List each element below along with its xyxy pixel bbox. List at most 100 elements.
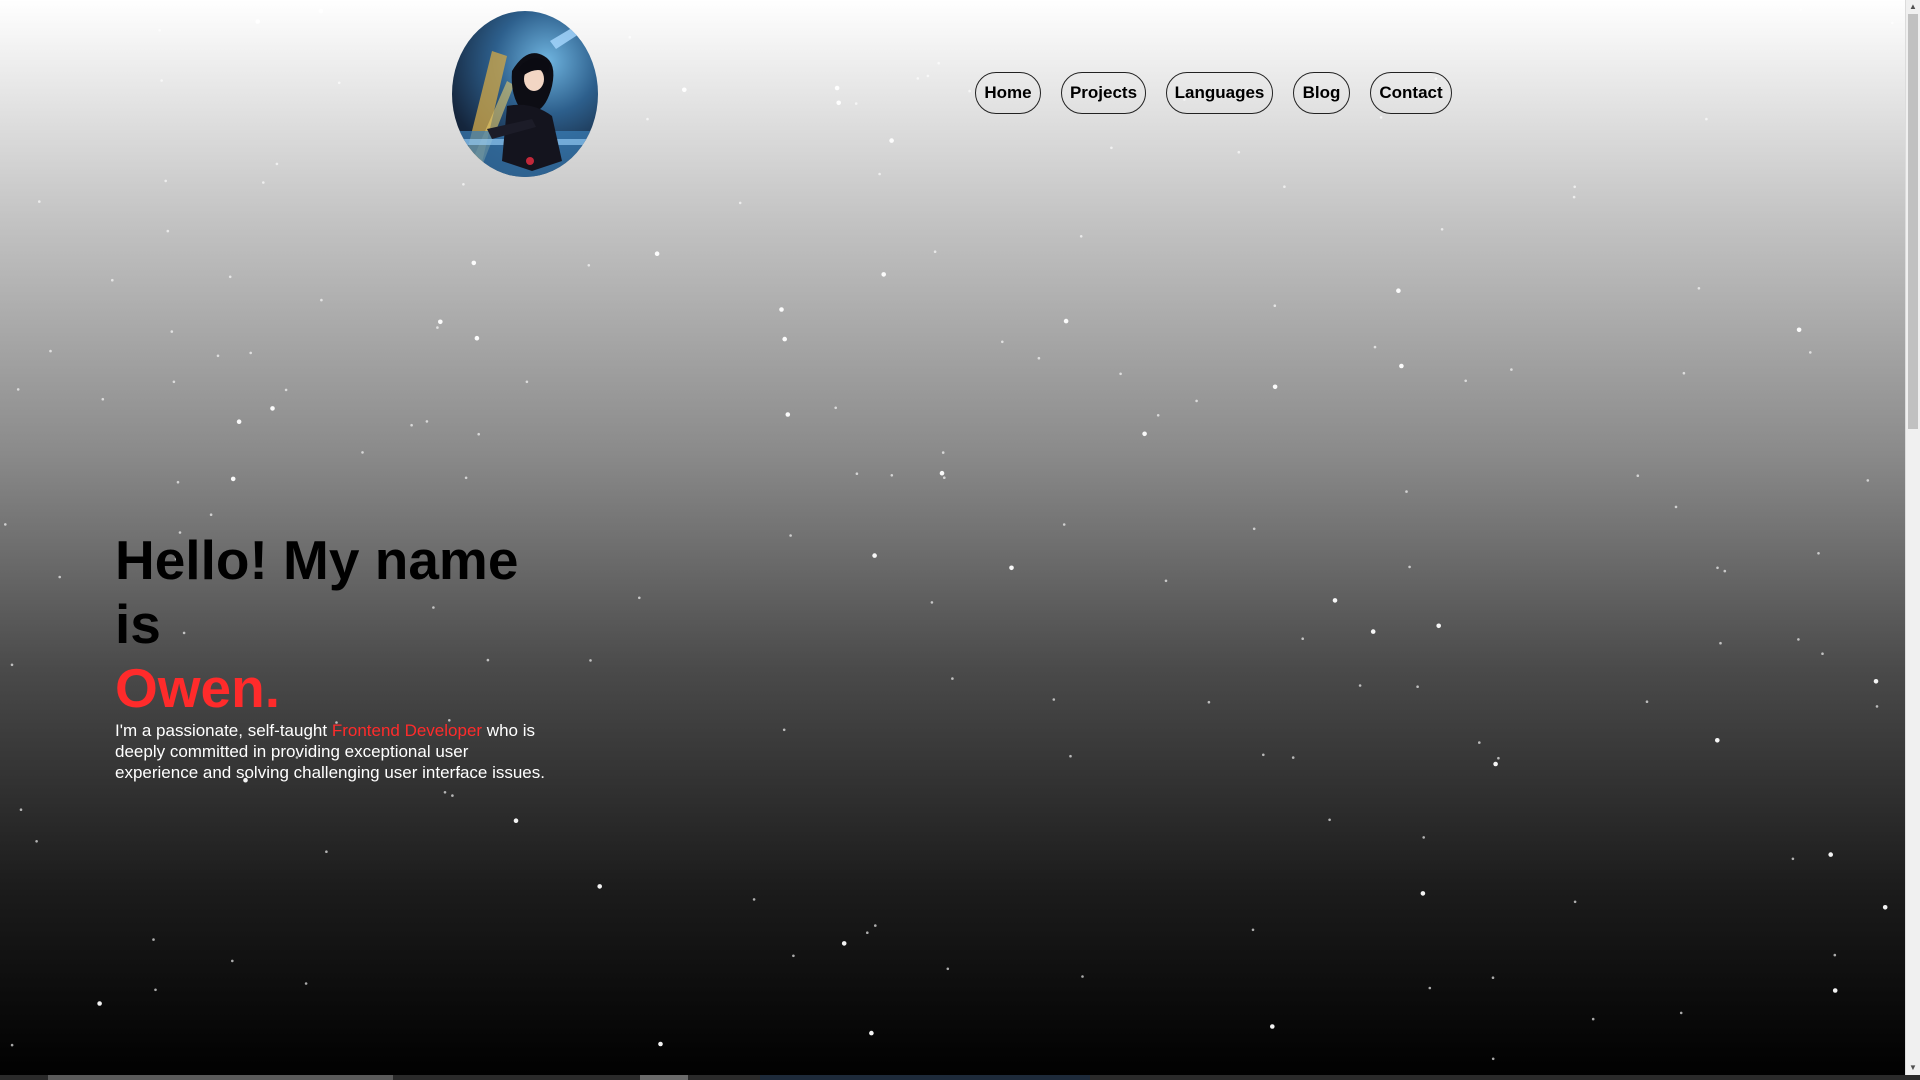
- star: [1063, 318, 1069, 324]
- nav-home-button[interactable]: Home: [975, 72, 1041, 114]
- star: [1062, 523, 1066, 526]
- star: [477, 432, 481, 436]
- star: [968, 89, 971, 93]
- star: [228, 275, 232, 279]
- star: [1422, 836, 1425, 839]
- star: [1283, 185, 1286, 188]
- scrollbar-thumb[interactable]: [1908, 14, 1918, 429]
- bottom-strip-segment: [760, 1075, 1090, 1080]
- star: [1252, 527, 1256, 531]
- star: [1719, 641, 1722, 645]
- star: [951, 677, 954, 680]
- avatar-character-illustration: [452, 16, 598, 177]
- star: [789, 534, 792, 537]
- star: [939, 470, 945, 476]
- star: [1408, 565, 1411, 569]
- star: [1464, 379, 1467, 383]
- star: [249, 351, 252, 355]
- star: [270, 406, 275, 411]
- hero-bio: I'm a passionate, self-taught Frontend D…: [115, 720, 545, 783]
- star: [874, 924, 877, 927]
- star: [1328, 818, 1331, 822]
- bottom-edge-strip: [0, 1075, 1920, 1080]
- hero-bio-highlight: Frontend Developer: [331, 721, 483, 740]
- star: [1370, 629, 1376, 634]
- star: [318, 8, 324, 14]
- star: [209, 513, 213, 516]
- bottom-strip-segment: [48, 1075, 393, 1080]
- star: [1891, 21, 1894, 25]
- star: [160, 79, 163, 82]
- star: [1110, 146, 1113, 150]
- hero-bio-prefix: I'm a passionate, self-taught: [115, 721, 332, 740]
- star: [1156, 414, 1160, 417]
- star: [1491, 1057, 1495, 1061]
- scroll-up-icon[interactable]: ▲: [1906, 0, 1920, 14]
- star: [1142, 431, 1147, 437]
- star: [1273, 304, 1277, 308]
- star: [1796, 327, 1802, 333]
- star: [779, 307, 784, 312]
- star: [304, 982, 308, 985]
- star: [785, 412, 791, 417]
- star: [164, 179, 167, 183]
- star: [464, 476, 468, 480]
- star: [782, 728, 786, 732]
- nav-languages-button[interactable]: Languages: [1166, 72, 1273, 114]
- star: [1797, 638, 1800, 641]
- scroll-down-icon[interactable]: ▼: [1906, 1061, 1920, 1075]
- star: [1497, 756, 1500, 760]
- star: [38, 200, 41, 203]
- star: [1573, 185, 1576, 189]
- star: [16, 388, 20, 391]
- star: [425, 420, 429, 423]
- star: [1491, 976, 1495, 979]
- star: [19, 808, 23, 811]
- star: [937, 61, 940, 65]
- star: [1399, 363, 1404, 369]
- star: [1405, 490, 1408, 493]
- star: [176, 480, 180, 484]
- nav-blog-button[interactable]: Blog: [1293, 72, 1350, 114]
- star: [878, 172, 881, 176]
- star: [262, 181, 265, 184]
- star: [738, 201, 742, 205]
- star: [1079, 235, 1083, 238]
- star: [654, 251, 660, 256]
- star: [438, 319, 443, 325]
- star: [525, 380, 529, 384]
- star: [471, 260, 477, 266]
- star: [284, 388, 288, 392]
- star: [933, 250, 937, 253]
- vertical-scrollbar[interactable]: ▲ ▼: [1905, 0, 1920, 1075]
- star: [216, 354, 220, 358]
- star: [1828, 852, 1833, 857]
- star: [782, 336, 787, 342]
- star: [1358, 684, 1362, 687]
- star: [275, 162, 279, 166]
- star: [4, 523, 7, 526]
- star: [587, 264, 591, 267]
- star: [325, 850, 328, 853]
- main-navigation: Home Projects Languages Blog Contact: [975, 72, 1452, 114]
- star: [1164, 579, 1168, 583]
- star: [320, 298, 323, 302]
- star: [1873, 679, 1879, 684]
- star: [474, 335, 480, 341]
- star: [854, 102, 858, 105]
- nav-projects-button[interactable]: Projects: [1061, 72, 1146, 114]
- nav-contact-button[interactable]: Contact: [1370, 72, 1452, 114]
- star: [946, 967, 950, 971]
- star: [1440, 228, 1444, 231]
- star: [1291, 756, 1295, 759]
- star: [1809, 351, 1812, 354]
- star: [834, 406, 837, 410]
- star: [154, 988, 157, 992]
- star: [111, 278, 114, 282]
- star: [1682, 371, 1686, 375]
- star: [1817, 552, 1820, 555]
- hero-section: Hello! My name is Owen. I'm a passionate…: [115, 528, 575, 783]
- star: [1373, 345, 1377, 349]
- star: [1674, 505, 1678, 509]
- star: [1882, 905, 1888, 910]
